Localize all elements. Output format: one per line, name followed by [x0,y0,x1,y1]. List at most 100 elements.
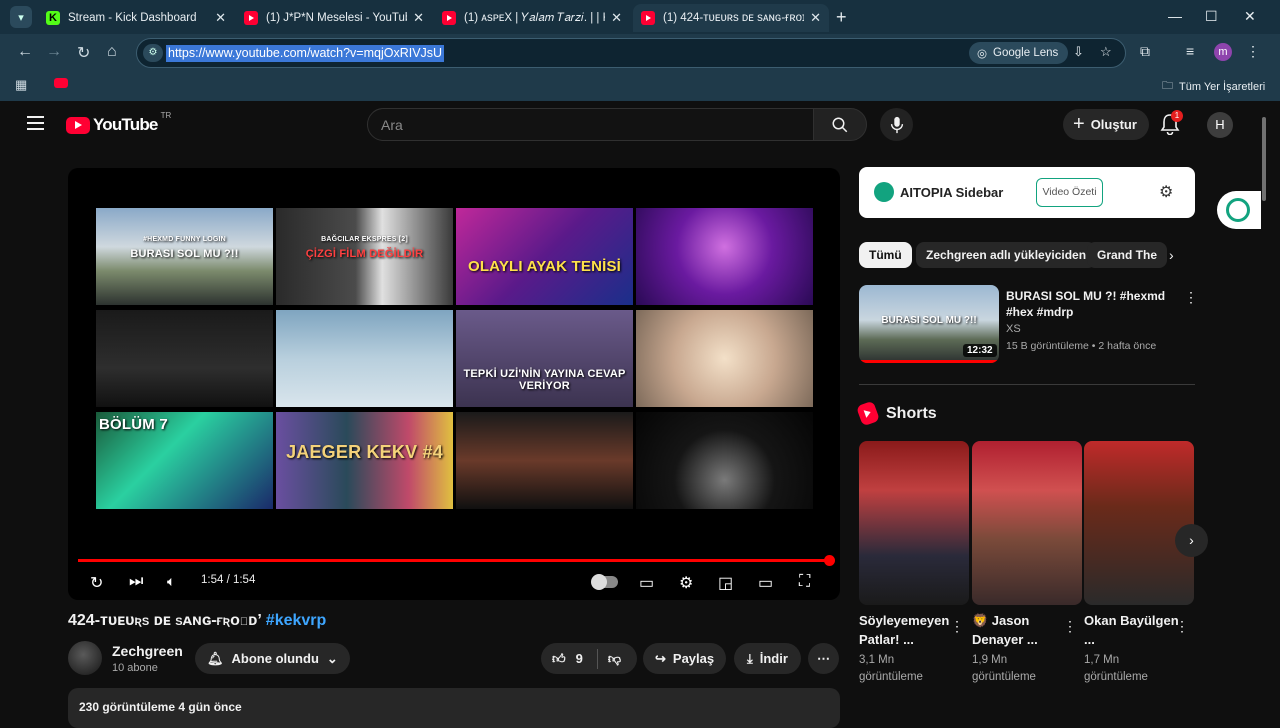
short-title[interactable]: Söyleyemeyen Patlar! ... [859,611,954,649]
more-vertical-icon[interactable]: ⋮ [950,618,964,635]
back-icon[interactable]: ← [17,43,33,61]
video-player[interactable]: #HEXMD FUNNY LOGIN BURASI SOL MU ?!! BAĞCI… [68,168,840,600]
install-app-icon[interactable]: ⇩ [1073,44,1084,60]
replay-icon[interactable]: ↻ [90,573,103,593]
youtube-logo[interactable]: YouTube TR [66,111,171,135]
close-window-icon[interactable]: ✕ [1244,8,1256,25]
short-thumbnail[interactable] [859,441,969,605]
chip-grand-theft[interactable]: Grand The [1087,242,1167,268]
chip-all[interactable]: Tümü [859,242,912,268]
extensions-icon[interactable]: ⧉ [1140,43,1150,60]
fullscreen-icon[interactable]: ⛶ [799,573,810,591]
google-lens-button[interactable]: ◎ Google Lens [969,42,1069,64]
bookmark-star-icon[interactable]: ☆ [1100,44,1112,60]
aitopia-settings-icon[interactable]: ⚙ [1159,182,1173,202]
video-title-text: 424-ᴛᴜᴇᴜʀs ᴅᴇ sᴀɴɢ-ғʀᴏɪᴅ’ [68,612,262,629]
progress-bar[interactable] [78,555,835,566]
subtitles-icon[interactable]: ▭ [639,573,654,593]
volume-icon[interactable]: 🔈︎ [167,573,175,590]
minimize-icon[interactable]: — [1168,8,1182,24]
browser-menu-icon[interactable]: ⋮ [1246,43,1260,60]
short-view-count: 1,9 Mn görüntüleme [972,654,1036,683]
apps-grid-icon[interactable]: ▦ [15,77,27,93]
new-tab-button[interactable]: + [836,7,847,28]
endscreen-video-thumbnail[interactable] [456,412,633,509]
tab-youtube-meselesi[interactable]: (1) J*P*N Meselesi - YouTube ✕ [236,4,432,32]
browser-toolbar: ← → ↻ ⌂ ⚙ https://www.youtube.com/watch?… [0,34,1280,72]
site-info-icon[interactable]: ⚙ [143,44,163,62]
endscreen-video-thumbnail[interactable] [636,310,813,407]
shorts-heading: Shorts [886,404,937,422]
more-actions-button[interactable]: ⋯ [808,643,839,674]
video-summary-button[interactable]: Video Özeti [1036,178,1103,207]
create-button[interactable]: + Oluştur [1063,109,1149,140]
tab-youtube-aspex[interactable]: (1) ᴀsᴘᴇX | 𝑌𝑎𝑙𝑎𝑚 𝑇𝑎𝑟𝑧𝑖. | | Kek ✕ [434,4,630,32]
endscreen-video-thumbnail[interactable] [96,310,273,407]
home-icon[interactable]: ⌂ [107,43,117,61]
endscreen-video-thumbnail[interactable] [276,310,453,407]
scrubber-handle[interactable] [824,555,835,566]
account-avatar[interactable]: H [1207,112,1233,138]
miniplayer-icon[interactable]: ◲ [718,573,733,593]
short-thumbnail[interactable] [1084,441,1194,605]
maximize-icon[interactable]: ☐ [1205,8,1218,25]
endscreen-video-thumbnail[interactable]: BÖLÜM 7 [96,412,273,509]
profile-avatar[interactable]: m [1214,43,1232,61]
next-icon[interactable]: ⏭ [129,573,143,591]
subscribed-button[interactable]: 🔔︎ Abone olundu ⌄ [195,643,350,674]
endscreen-video-thumbnail[interactable] [636,208,813,305]
more-vertical-icon[interactable]: ⋮ [1063,618,1077,635]
recommended-video[interactable]: BURASI SOL MU ?!! 12:32 BURASI SOL MU ?!… [859,285,1198,365]
all-bookmarks-button[interactable]: 🗀 Tüm Yer İşaretleri [1162,77,1265,96]
autoplay-toggle[interactable] [591,573,618,590]
endscreen-video-thumbnail[interactable]: JAEGER KEKV #4 [276,412,453,509]
address-bar[interactable]: ⚙ https://www.youtube.com/watch?v=mqjOxR… [136,38,1126,68]
more-vertical-icon[interactable]: ⋮ [1184,289,1198,306]
share-icon: ↪ [655,650,666,666]
theater-mode-icon[interactable]: ▭ [758,573,773,593]
search-button[interactable] [813,108,867,141]
search-input[interactable] [368,109,788,140]
media-controls-icon[interactable]: ≡ [1186,43,1194,59]
notifications-button[interactable]: 1 [1160,110,1183,136]
endscreen-video-thumbnail[interactable] [636,412,813,509]
page-scrollbar[interactable] [1262,117,1266,201]
recommended-meta: 15 B görüntüleme • 2 hafta önce [1006,340,1157,352]
tab-youtube-active[interactable]: (1) 424-ᴛᴜᴇᴜʀs ᴅᴇ sᴀɴɢ-ғʀᴏɪᴅ’ ✕ [633,4,829,32]
description-box[interactable]: 230 görüntüleme 4 gün önce [68,688,840,728]
more-vertical-icon[interactable]: ⋮ [1175,618,1189,635]
chevron-right-icon[interactable]: › [1169,247,1174,263]
chip-from-uploader[interactable]: Zechgreen adlı yükleyiciden [916,242,1097,268]
close-tab-icon[interactable]: ✕ [810,10,821,26]
bookmarks-bar: ▦ 🗀 Tüm Yer İşaretleri [0,72,1280,98]
endscreen-video-thumbnail[interactable]: TEPKİ UZİ'NİN YAYINA CEVAP VERİYOR [456,310,633,407]
short-title[interactable]: Okan Bayülgen ... [1084,611,1179,649]
hashtag-link[interactable]: #kekvrp [266,612,327,629]
endscreen-video-thumbnail[interactable]: OLAYLI AYAK TENİSİ [456,208,633,305]
forward-icon[interactable]: → [46,43,62,61]
short-title[interactable]: 🦁 Jason Denayer ... [972,611,1067,649]
short-thumbnail[interactable] [972,441,1082,605]
tab-search-button[interactable]: ▾ [10,6,32,28]
endscreen-video-thumbnail[interactable]: BAĞCILAR EKSPRES [2] ÇİZGİ FİLM DEĞİLDİR [276,208,453,305]
close-tab-icon[interactable]: ✕ [611,10,622,26]
channel-name[interactable]: Zechgreen [112,643,183,659]
download-button[interactable]: ⤓ İndir [734,643,801,674]
url-text[interactable]: https://www.youtube.com/watch?v=mqjOxRIV… [166,45,445,62]
aitopia-floating-button[interactable] [1217,191,1261,229]
channel-avatar[interactable] [68,641,102,675]
youtube-bookmark-icon[interactable] [54,78,68,88]
like-count[interactable]: 9 [576,651,583,666]
close-tab-icon[interactable]: ✕ [215,10,226,26]
reload-icon[interactable]: ↻ [77,43,90,63]
share-button[interactable]: ↪ Paylaş [643,643,727,674]
voice-search-button[interactable] [880,108,913,141]
endscreen-video-thumbnail[interactable]: #HEXMD FUNNY LOGIN BURASI SOL MU ?!! [96,208,273,305]
like-icon[interactable]: 👍︎ [552,651,566,667]
tab-kick-dashboard[interactable]: K Stream - Kick Dashboard ✕ [38,4,234,32]
shorts-next-button[interactable]: › [1175,524,1208,557]
settings-gear-icon[interactable]: ⚙ [679,573,693,593]
dislike-icon[interactable]: 👎︎ [608,651,621,667]
close-tab-icon[interactable]: ✕ [413,10,424,26]
guide-menu-icon[interactable] [27,116,44,134]
